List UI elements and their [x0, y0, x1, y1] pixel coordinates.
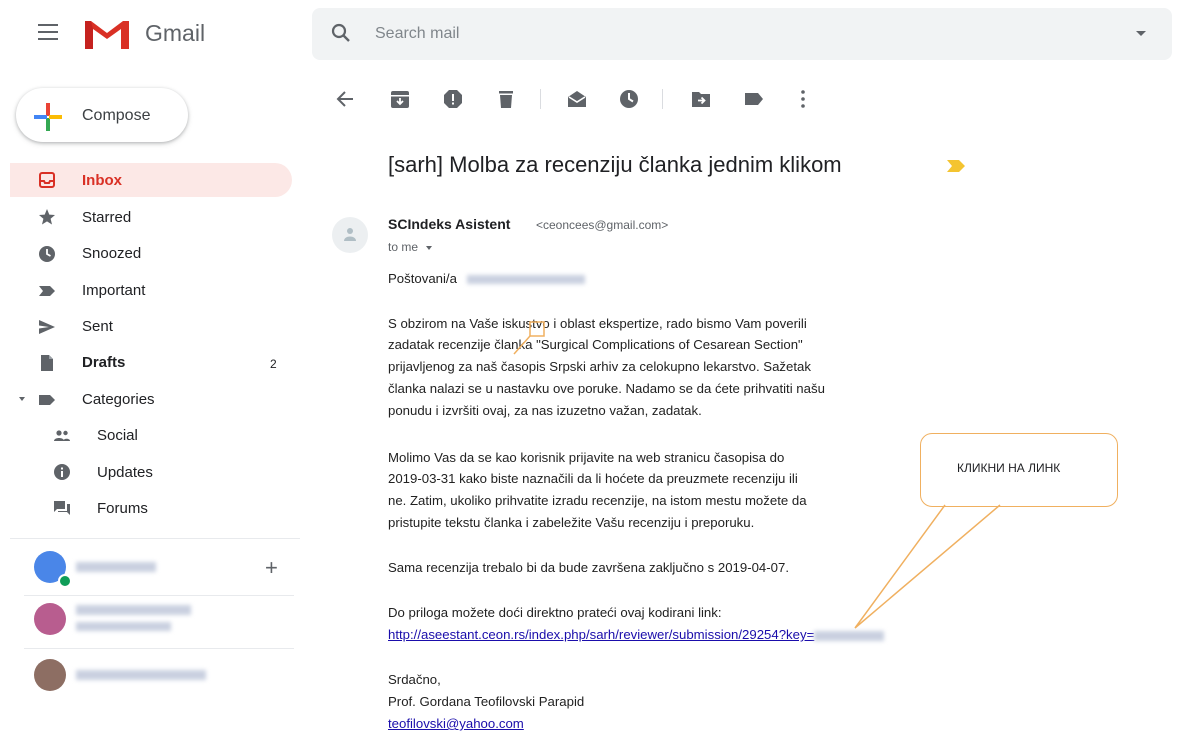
sidebar-item-starred[interactable]: Starred [82, 209, 131, 226]
expand-categories-icon[interactable] [19, 397, 25, 401]
chevron-down-icon [426, 245, 433, 250]
redacted-link-key [814, 630, 885, 641]
important-icon[interactable] [38, 282, 56, 300]
compose-label: Compose [82, 107, 151, 124]
draft-icon[interactable] [38, 354, 56, 372]
label-icon[interactable] [743, 88, 765, 110]
main-menu-icon[interactable] [38, 24, 58, 40]
add-hangout-button[interactable]: + [265, 555, 278, 581]
redacted-contact-name [76, 670, 206, 680]
greeting-text: Poštovani/a [388, 271, 457, 286]
back-icon[interactable] [334, 88, 356, 110]
label-icon[interactable] [38, 391, 56, 409]
body-line: S obzirom na Vaše iskustvo i oblast eksp… [388, 316, 807, 331]
hangouts-divider [24, 595, 294, 596]
body-line: Molimo Vas da se kao korisnik prijavite … [388, 450, 785, 465]
mark-unread-icon[interactable] [566, 88, 588, 110]
snooze-icon[interactable] [618, 88, 640, 110]
body-line: 2019-03-31 kako biste naznačili da li ho… [388, 471, 798, 486]
important-marker-icon[interactable] [946, 158, 966, 174]
contact-avatar[interactable] [34, 659, 66, 691]
compose-plus-icon [34, 103, 62, 131]
body-line: zadatak recenzije članka "Surgical Compl… [388, 337, 803, 352]
sidebar-item-sent[interactable]: Sent [82, 318, 113, 335]
contact-avatar[interactable] [34, 603, 66, 635]
more-icon[interactable] [792, 88, 814, 110]
sender-email: <ceoncees@gmail.com> [536, 218, 669, 232]
review-link[interactable]: http://aseestant.ceon.rs/index.php/sarh/… [388, 627, 814, 642]
body-line: pristupite tekstu članka i zabeležite Va… [388, 515, 755, 530]
sidebar-item-label: Inbox [82, 172, 122, 189]
body-line: članka nalazi se u nastavku ove poruke. … [388, 381, 825, 396]
sidebar-item-snoozed[interactable]: Snoozed [82, 245, 141, 262]
body-line: ne. Zatim, ukoliko prihvatite izradu rec… [388, 493, 807, 508]
signature-email-link[interactable]: teofilovski@yahoo.com [388, 714, 524, 734]
signature: Prof. Gordana Teofilovski Parapid [388, 694, 585, 709]
search-icon[interactable] [330, 22, 352, 44]
send-icon[interactable] [38, 318, 56, 336]
inbox-icon [39, 172, 55, 188]
body-line: prijavljenog za naš časopis Srpski arhiv… [388, 359, 811, 374]
redacted-contact-name [76, 605, 191, 615]
search-input[interactable]: Search mail [375, 25, 459, 43]
toolbar-divider [540, 89, 541, 109]
recipient-dropdown[interactable]: to me [388, 240, 433, 254]
hangouts-divider [24, 648, 294, 649]
gmail-logo-icon[interactable] [83, 17, 131, 51]
clock-icon[interactable] [38, 245, 56, 263]
report-spam-icon[interactable] [442, 88, 464, 110]
body-line: Do priloga možete doći direktno prateći … [388, 605, 722, 620]
app-title: Gmail [145, 20, 206, 46]
sidebar-divider [10, 538, 300, 539]
email-subject: [sarh] Molba za recenziju članka jednim … [388, 152, 842, 177]
sidebar-item-updates[interactable]: Updates [97, 464, 153, 481]
greeting: Poštovani/a [388, 269, 585, 289]
review-link-line: http://aseestant.ceon.rs/index.php/sarh/… [388, 625, 885, 645]
toolbar-divider [662, 89, 663, 109]
sidebar-item-social[interactable]: Social [97, 427, 138, 444]
sidebar-item-drafts[interactable]: Drafts [82, 354, 125, 371]
redacted-contact-status [76, 622, 171, 631]
sender-name[interactable]: SCIndeks Asistent [388, 216, 510, 232]
callout-text: КЛИКНИ НА ЛИНК [957, 461, 1061, 475]
sidebar-item-important[interactable]: Important [82, 282, 145, 299]
redacted-recipient-name [466, 275, 585, 285]
recipient-label: to me [388, 240, 419, 254]
archive-icon[interactable] [389, 88, 411, 110]
closing: Srdačno, [388, 672, 441, 687]
drafts-count: 2 [270, 357, 277, 371]
body-line: ponudu i izvršiti ovaj, za nas izuzetno … [388, 403, 702, 418]
info-icon[interactable] [53, 463, 71, 481]
sidebar-item-forums[interactable]: Forums [97, 500, 148, 517]
star-icon[interactable] [38, 208, 56, 226]
forum-icon[interactable] [53, 499, 71, 517]
sidebar-item-categories[interactable]: Categories [82, 391, 155, 408]
redacted-contact-name [76, 562, 156, 572]
delete-icon[interactable] [495, 88, 517, 110]
person-icon [344, 228, 356, 241]
search-options-icon[interactable] [1136, 31, 1146, 36]
people-icon[interactable] [53, 427, 71, 445]
body-line: Sama recenzija trebalo bi da bude završe… [388, 560, 789, 575]
online-status-icon [58, 574, 72, 588]
move-to-icon[interactable] [690, 88, 712, 110]
